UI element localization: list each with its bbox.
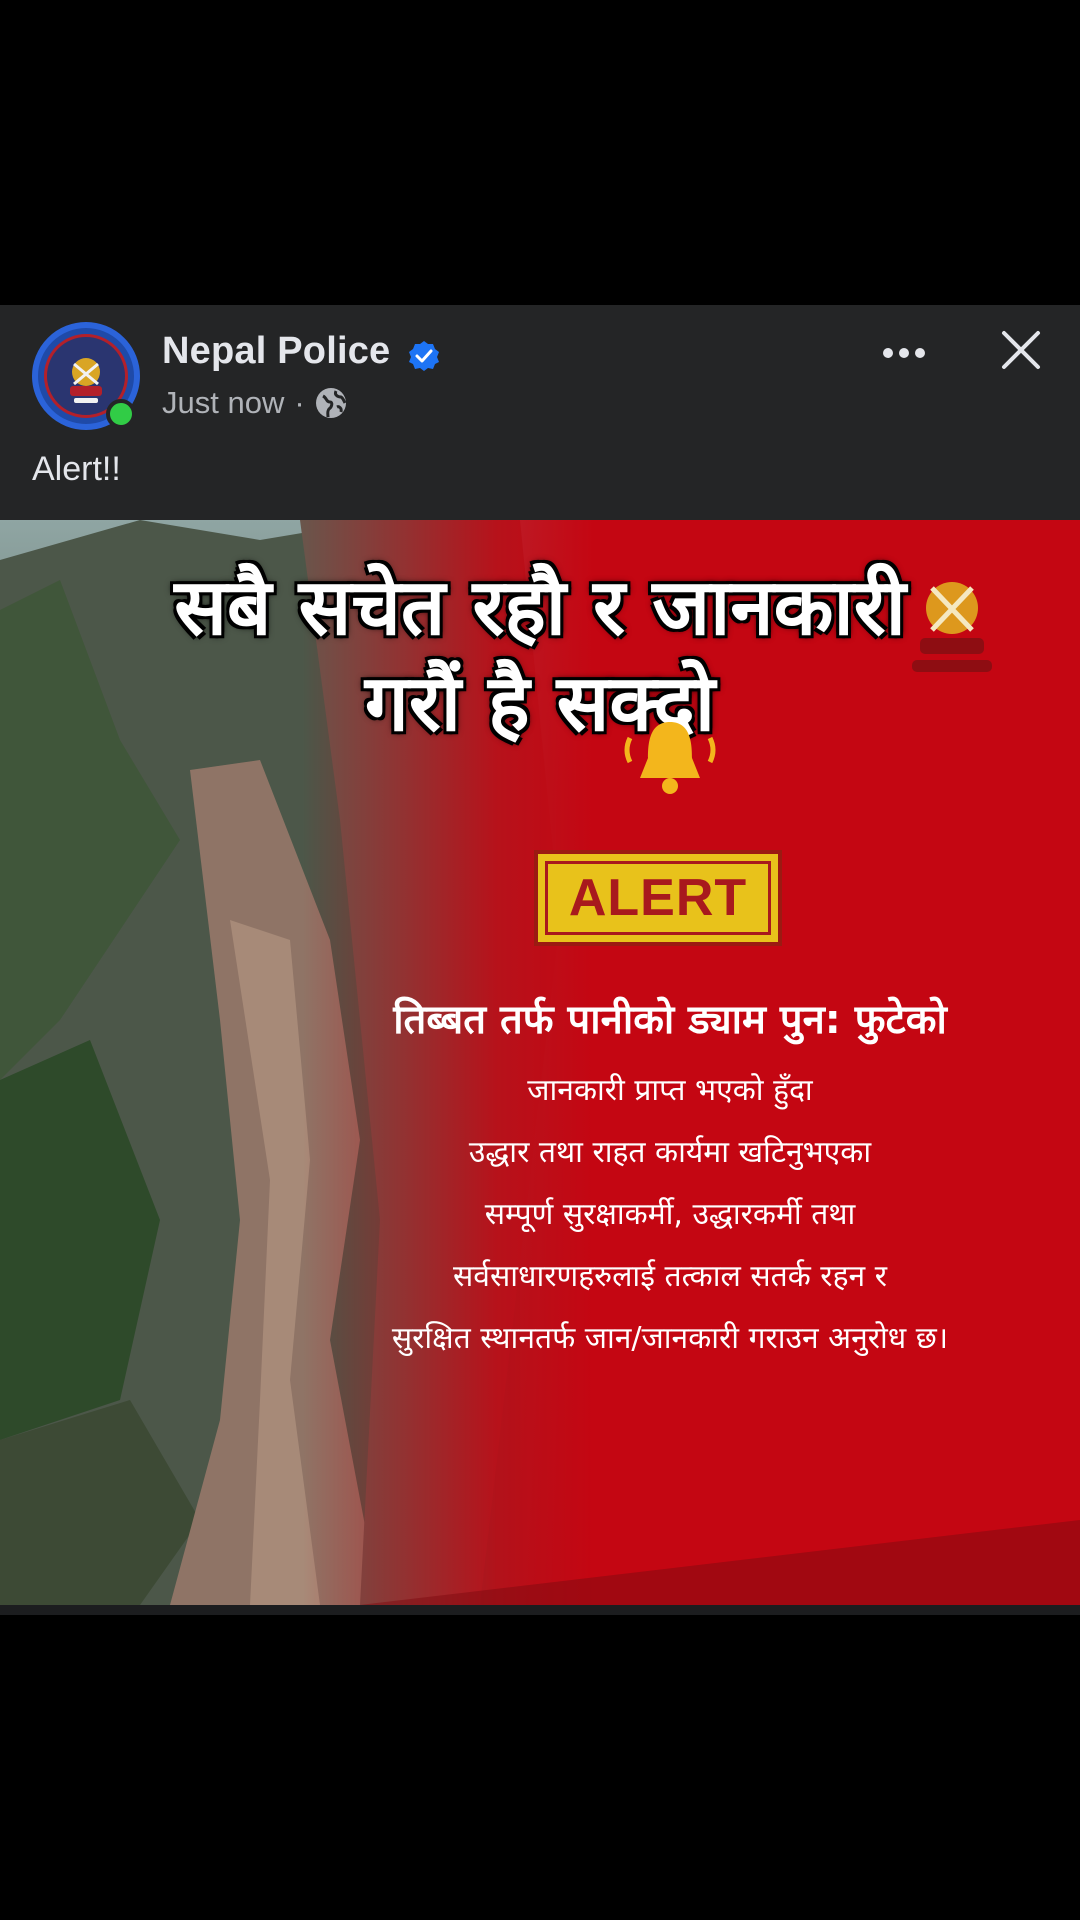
bell-icon — [624, 722, 716, 794]
post-meta: Just now · — [162, 385, 347, 421]
notice-headline: तिब्बत तर्फ पानीको ड्याम पुन: फुटेको — [393, 997, 947, 1043]
page-name[interactable]: Nepal Police — [162, 330, 390, 373]
alert-badge: ALERT — [534, 850, 782, 946]
post-header: Nepal Police Just now · Alert!! — [0, 305, 1080, 520]
verified-badge-icon — [409, 341, 439, 371]
notice-line: सम्पूर्ण सुरक्षाकर्मी, उद्धारकर्मी तथा — [484, 1197, 856, 1232]
post-footer-edge — [0, 1605, 1080, 1615]
notice-line: उद्धार तथा राहत कार्यमा खटिनुभएका — [468, 1135, 872, 1170]
more-horizontal-icon — [883, 348, 925, 358]
post-image[interactable]: सबै सचेत रहौ र जानकारी गरौं है सक्दो ALE… — [0, 520, 1080, 1605]
notice-text: तिब्बत तर्फ पानीको ड्याम पुन: फुटेको जान… — [300, 990, 1040, 1381]
notice-line: जानकारी प्राप्त भएको हुँदा — [527, 1073, 813, 1108]
notice-line: सुरक्षित स्थानतर्फ जान/जानकारी गराउन अनु… — [391, 1321, 949, 1356]
post-caption: Alert!! — [32, 450, 121, 488]
post-card: Nepal Police Just now · Alert!! सबै सचेत… — [0, 305, 1080, 1615]
close-icon — [1002, 331, 1040, 369]
notice-line: सर्वसाधारणहरुलाई तत्काल सतर्क रहन र — [453, 1259, 887, 1294]
close-button[interactable] — [996, 325, 1046, 375]
globe-icon — [315, 388, 347, 418]
police-emblem-icon — [912, 582, 992, 672]
post-timestamp[interactable]: Just now — [162, 385, 284, 421]
more-options-button[interactable] — [880, 333, 928, 373]
alert-badge-label: ALERT — [545, 861, 771, 935]
meta-separator: · — [294, 385, 305, 420]
online-status-dot — [106, 399, 136, 429]
